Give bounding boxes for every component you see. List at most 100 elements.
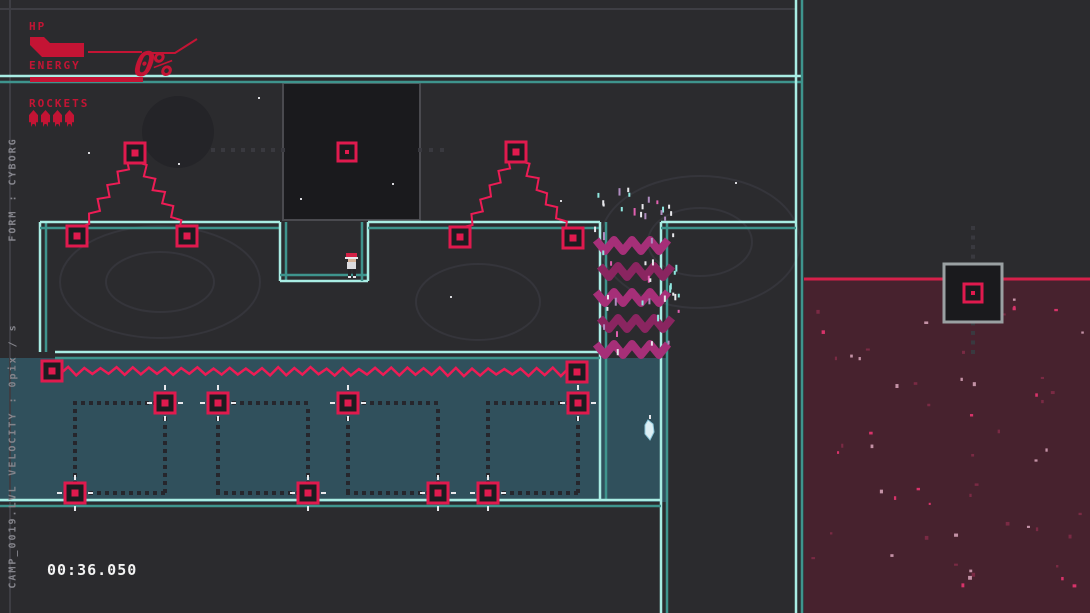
sparkle-particle bbox=[678, 294, 680, 298]
box-outline bbox=[566, 491, 570, 495]
node-tick bbox=[217, 416, 219, 421]
box-outline bbox=[216, 473, 220, 477]
node-tick bbox=[437, 475, 439, 480]
sparkle-particle bbox=[607, 295, 609, 299]
box-outline bbox=[436, 465, 440, 469]
box-outline bbox=[163, 473, 167, 477]
box-outline bbox=[73, 401, 77, 405]
box-outline bbox=[486, 441, 490, 445]
sparkle-particle bbox=[602, 251, 604, 256]
box-outline bbox=[486, 401, 490, 405]
box-outline bbox=[402, 491, 406, 495]
box-outline bbox=[97, 401, 101, 405]
box-outline bbox=[113, 491, 117, 495]
box-outline bbox=[526, 491, 530, 495]
box-outline bbox=[346, 473, 350, 477]
star-speck bbox=[300, 198, 302, 200]
room-block bbox=[283, 83, 420, 220]
game-viewport[interactable]: HP ENERGY 0% ROCKETS FORM : CYBORG VELOC… bbox=[0, 0, 1090, 613]
sparkle-particle bbox=[668, 341, 670, 345]
box-outline bbox=[542, 401, 546, 405]
planet-decoration bbox=[142, 96, 214, 168]
pool-speckle bbox=[1073, 584, 1077, 587]
sparkle-particle bbox=[642, 204, 644, 209]
box-outline bbox=[73, 441, 77, 445]
sparkle-particle bbox=[603, 203, 605, 206]
box-outline bbox=[153, 491, 157, 495]
box-outline bbox=[73, 409, 77, 413]
box-outline bbox=[97, 491, 101, 495]
dotted-track bbox=[971, 340, 975, 344]
sparkle-particle bbox=[670, 211, 672, 216]
pool-speckle bbox=[811, 557, 815, 559]
pool-speckle bbox=[1056, 565, 1058, 567]
rocket-icon bbox=[29, 110, 38, 127]
pool-speckle bbox=[969, 570, 972, 573]
pool-speckle bbox=[973, 382, 976, 386]
pool-speckle bbox=[962, 351, 965, 354]
red-node-core bbox=[575, 400, 582, 407]
pool-speckle bbox=[914, 382, 918, 385]
box-outline bbox=[264, 491, 268, 495]
box-outline bbox=[216, 489, 220, 493]
pool-speckle bbox=[830, 532, 832, 534]
box-outline bbox=[216, 465, 220, 469]
box-outline bbox=[576, 425, 580, 429]
box-outline bbox=[576, 465, 580, 469]
player-leg bbox=[348, 269, 351, 277]
box-outline bbox=[163, 481, 167, 485]
rocket-icon bbox=[65, 110, 74, 127]
box-outline bbox=[402, 401, 406, 405]
red-node-core bbox=[184, 233, 191, 240]
node-tick bbox=[560, 402, 565, 404]
box-outline bbox=[346, 481, 350, 485]
pool-speckle bbox=[927, 404, 930, 407]
box-outline bbox=[306, 465, 310, 469]
level-name-label: CAMP_0019.LVL bbox=[8, 480, 19, 594]
node-tick bbox=[178, 402, 183, 404]
box-outline bbox=[121, 401, 125, 405]
box-outline bbox=[73, 465, 77, 469]
box-outline bbox=[436, 425, 440, 429]
node-tick bbox=[330, 402, 335, 404]
box-outline bbox=[370, 401, 374, 405]
box-outline bbox=[576, 457, 580, 461]
sparkle-particle bbox=[672, 233, 674, 237]
rockets-label: ROCKETS bbox=[29, 97, 89, 110]
box-outline bbox=[354, 491, 358, 495]
dotted-track bbox=[261, 148, 265, 152]
pool-speckle bbox=[1061, 577, 1063, 580]
pool-speckle bbox=[1045, 448, 1047, 451]
red-node-core bbox=[457, 234, 464, 241]
rocket-icon bbox=[53, 110, 62, 127]
sparkle-particle bbox=[603, 324, 605, 330]
node-tick bbox=[347, 416, 349, 421]
dotted-track bbox=[211, 148, 215, 152]
box-outline bbox=[280, 401, 284, 405]
pool-speckle bbox=[972, 573, 975, 577]
node-tick bbox=[307, 475, 309, 480]
pool-speckle bbox=[1079, 513, 1082, 515]
player-foot bbox=[353, 276, 356, 278]
pool-speckle bbox=[1069, 535, 1072, 539]
sparkle-particle bbox=[670, 283, 672, 289]
timer-value: 00:36.050 bbox=[47, 561, 137, 579]
red-node-core bbox=[74, 233, 81, 240]
pool-speckle bbox=[895, 384, 898, 388]
pool-speckle bbox=[835, 357, 837, 361]
pool-speckle bbox=[871, 445, 874, 449]
pool-speckle bbox=[969, 494, 971, 497]
pickup-sparkle bbox=[649, 415, 651, 419]
player-face bbox=[348, 259, 356, 262]
box-outline bbox=[510, 491, 514, 495]
pool-speckle bbox=[1054, 309, 1058, 311]
target-square-core bbox=[971, 291, 975, 295]
box-outline bbox=[534, 491, 538, 495]
pool-speckle bbox=[1013, 299, 1016, 301]
box-outline bbox=[280, 491, 284, 495]
node-tick bbox=[470, 492, 475, 494]
pool-speckle bbox=[850, 355, 853, 358]
box-outline bbox=[576, 481, 580, 485]
dotted-track bbox=[971, 350, 975, 354]
box-outline bbox=[81, 401, 85, 405]
